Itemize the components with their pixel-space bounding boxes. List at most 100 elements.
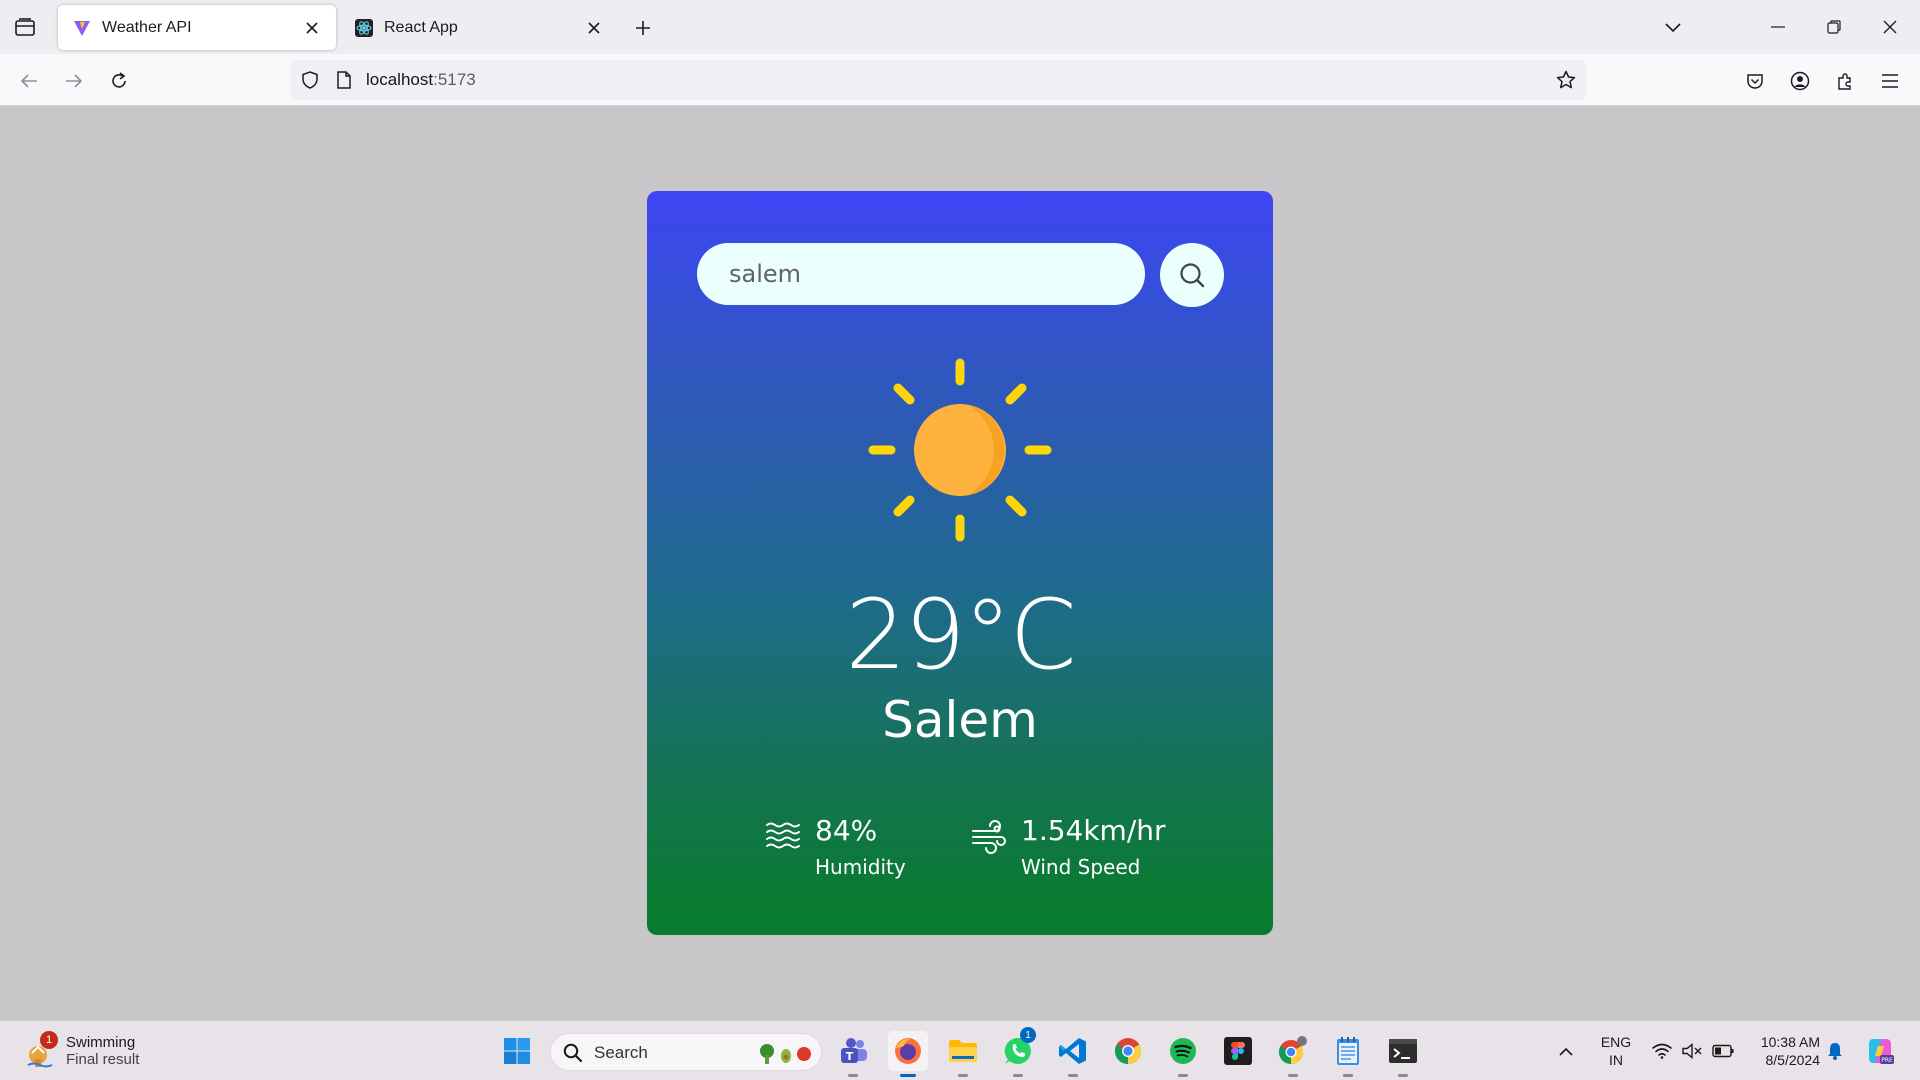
shield-icon[interactable]: [298, 68, 322, 92]
humidity-icon: [766, 822, 800, 849]
clock-time: 10:38 AM: [1760, 1034, 1820, 1050]
app-indicator: [1398, 1074, 1408, 1077]
language-region: IN: [1609, 1052, 1623, 1068]
tab-title: Weather API: [102, 18, 192, 36]
battery-icon[interactable]: [1708, 1021, 1738, 1080]
app-indicator: [1288, 1074, 1298, 1077]
url-text[interactable]: localhost:5173: [366, 70, 476, 90]
chevron-up-icon: [1559, 1047, 1573, 1056]
city-name: Salem: [882, 691, 1038, 749]
chrome-profile-app[interactable]: [1273, 1031, 1313, 1077]
account-icon[interactable]: [1785, 66, 1815, 96]
react-logo-icon: [354, 18, 374, 38]
language-code: ENG: [1600, 1034, 1632, 1050]
search-label: Search: [594, 1043, 648, 1062]
notification-badge: 1: [1020, 1027, 1036, 1043]
wind-icon: [972, 820, 1006, 854]
bookmark-star-icon[interactable]: [1554, 68, 1578, 92]
notepad-app[interactable]: [1328, 1031, 1368, 1077]
chrome-app[interactable]: [1108, 1031, 1148, 1071]
windows-logo-icon: [504, 1038, 530, 1064]
humidity-value: 84%: [815, 814, 878, 847]
close-icon[interactable]: [584, 18, 604, 38]
figma-icon: [1224, 1037, 1252, 1065]
humidity-stat: 84% Humidity: [765, 813, 906, 885]
vite-logo-icon: [72, 18, 92, 38]
chrome-icon: [1114, 1038, 1142, 1065]
temperature: 29°C: [845, 579, 1076, 691]
reload-button[interactable]: [104, 66, 134, 96]
close-icon[interactable]: [302, 18, 322, 38]
wind-value: 1.54km/hr: [1021, 814, 1166, 847]
wind-text: 1.54km/hr Wind Speed: [1021, 813, 1166, 885]
search-input[interactable]: [697, 243, 1145, 305]
app-indicator: [958, 1074, 968, 1077]
show-hidden-icons-button[interactable]: [1554, 1021, 1578, 1080]
widget-badge: 1: [40, 1031, 58, 1049]
vscode-app[interactable]: [1053, 1031, 1093, 1077]
search-button[interactable]: [1160, 243, 1224, 307]
chrome-profile-icon: [1278, 1036, 1307, 1064]
url-bar[interactable]: localhost:5173: [290, 60, 1586, 100]
notepad-icon: [1337, 1037, 1359, 1065]
forward-button[interactable]: [59, 66, 89, 96]
app-indicator: [1068, 1074, 1078, 1077]
vegetables-icon: [760, 1044, 811, 1064]
copilot-icon[interactable]: PRE: [1862, 1021, 1898, 1080]
weather-card: 29°C Salem 84% Humidity 1.54km/hr: [647, 191, 1273, 935]
svg-text:PRE: PRE: [1881, 1057, 1893, 1064]
humidity-label: Humidity: [815, 855, 906, 879]
new-tab-button[interactable]: [630, 15, 656, 41]
search-icon: [1180, 263, 1205, 288]
url-port: :5173: [433, 70, 476, 89]
svg-text:T: T: [846, 1050, 854, 1063]
whatsapp-app[interactable]: 1: [998, 1027, 1038, 1077]
windows-start-button[interactable]: [497, 1031, 537, 1071]
menu-icon[interactable]: [1875, 66, 1905, 96]
humidity-text: 84% Humidity: [815, 813, 906, 885]
tab-react-app[interactable]: React App: [340, 5, 618, 50]
notification-bell-icon[interactable]: [1822, 1021, 1848, 1080]
teams-icon: T: [841, 1038, 867, 1063]
firefox-app[interactable]: [888, 1031, 928, 1077]
firefox-icon: [895, 1038, 921, 1064]
app-indicator: [1013, 1074, 1023, 1077]
restore-button[interactable]: [1814, 10, 1854, 44]
spotify-icon: [1170, 1038, 1196, 1064]
extensions-icon[interactable]: [1830, 66, 1860, 96]
search-icon: [563, 1043, 583, 1063]
terminal-app[interactable]: [1383, 1031, 1423, 1077]
app-indicator: [848, 1074, 858, 1077]
pocket-icon[interactable]: [1740, 66, 1770, 96]
tab-weather-api[interactable]: Weather API: [58, 5, 336, 50]
volume-muted-icon[interactable]: [1678, 1021, 1706, 1080]
close-window-button[interactable]: [1870, 10, 1910, 44]
list-all-tabs-button[interactable]: [1660, 15, 1686, 41]
browser-tab-strip: Weather API React App: [0, 0, 1920, 54]
taskbar-search[interactable]: Search: [550, 1033, 822, 1071]
widget-title: Swimming: [66, 1034, 136, 1051]
back-button[interactable]: [14, 66, 44, 96]
firefox-view-icon[interactable]: [12, 14, 38, 40]
widget-text: Swimming Final result: [66, 1034, 139, 1068]
swimming-trophy-icon: 1: [26, 1031, 58, 1069]
spotify-app[interactable]: [1163, 1031, 1203, 1077]
input-language[interactable]: ENG IN: [1594, 1033, 1638, 1069]
app-indicator: [1343, 1074, 1353, 1077]
taskbar: 1 Swimming Final result Search T 1 ENG I…: [0, 1020, 1920, 1080]
browser-nav-bar: localhost:5173: [0, 54, 1920, 106]
wind-label: Wind Speed: [1021, 855, 1141, 879]
page-icon[interactable]: [332, 68, 356, 92]
app-indicator: [900, 1074, 916, 1077]
vscode-icon: [1059, 1038, 1086, 1064]
clock[interactable]: 10:38 AM 8/5/2024: [1746, 1033, 1820, 1069]
wifi-icon[interactable]: [1648, 1021, 1676, 1080]
wind-stat: 1.54km/hr Wind Speed: [971, 813, 1166, 885]
minimize-button[interactable]: [1758, 10, 1798, 44]
file-explorer-app[interactable]: [943, 1031, 983, 1077]
news-widget[interactable]: 1 Swimming Final result: [26, 1029, 166, 1073]
teams-app[interactable]: T: [833, 1031, 873, 1077]
figma-app[interactable]: [1218, 1031, 1258, 1071]
folder-icon: [949, 1040, 977, 1062]
tab-title: React App: [384, 18, 458, 36]
